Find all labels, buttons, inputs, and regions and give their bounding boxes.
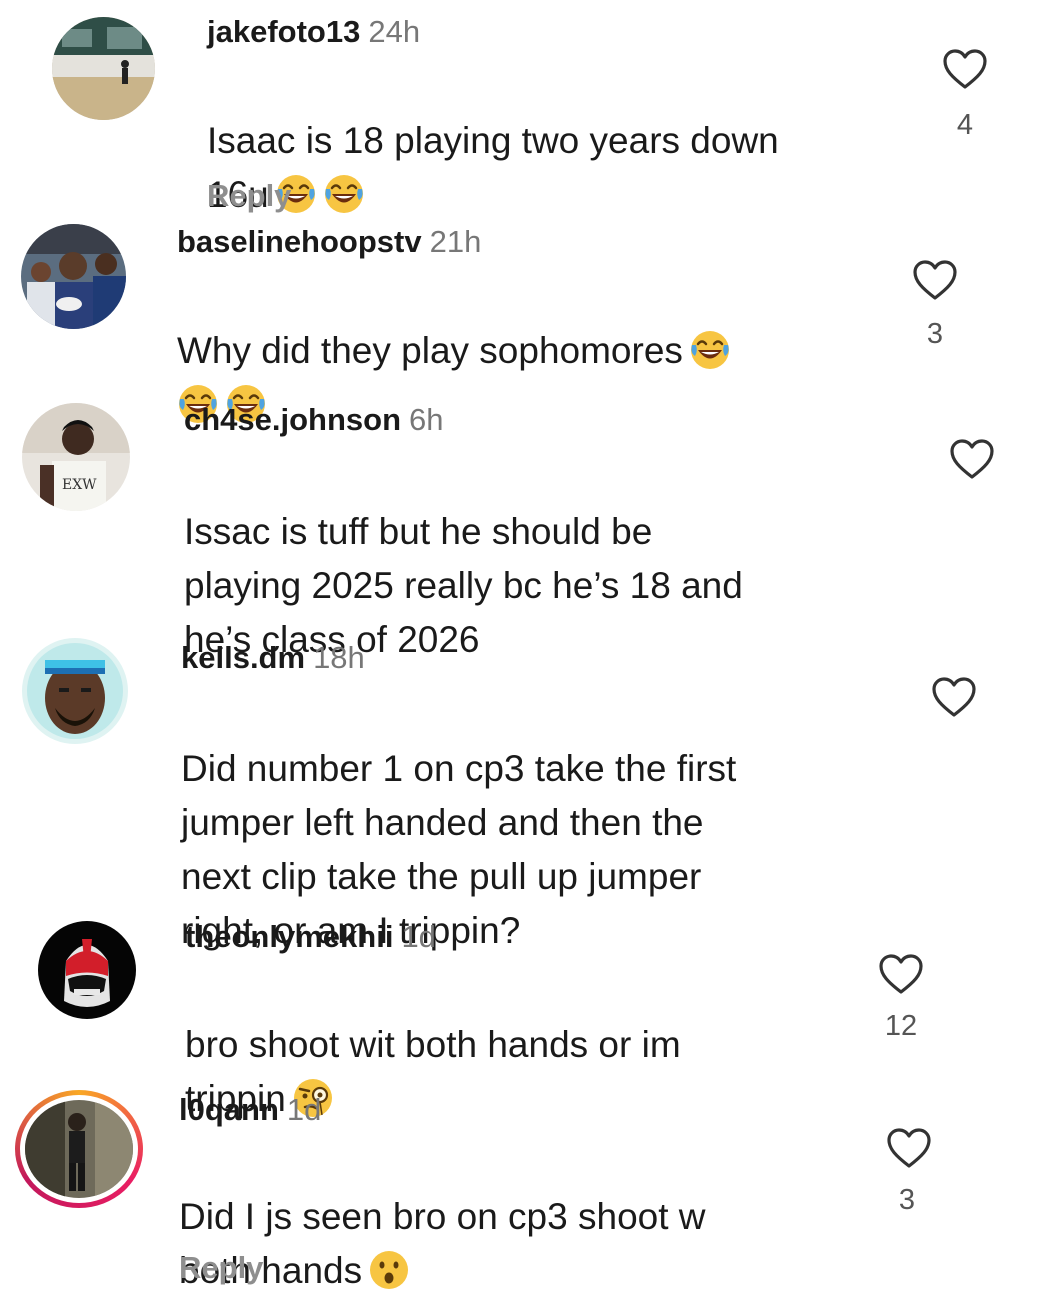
username[interactable]: baselinehoopstv: [177, 224, 422, 259]
like-count: 3: [898, 1184, 916, 1216]
heart-icon[interactable]: [949, 438, 995, 480]
like-count: 3: [926, 318, 944, 350]
username[interactable]: jakefoto13: [207, 14, 360, 49]
username[interactable]: theonlymekhii: [185, 919, 393, 954]
avatar[interactable]: EXW: [22, 403, 130, 511]
face-with-tears-of-joy-icon: [323, 173, 365, 215]
avatar[interactable]: [21, 224, 126, 329]
timestamp: 21h: [429, 224, 482, 259]
username[interactable]: l0qann: [179, 1092, 279, 1127]
avatar[interactable]: [52, 17, 155, 120]
heart-icon[interactable]: [942, 48, 988, 90]
heart-icon[interactable]: [878, 953, 924, 995]
story-ring[interactable]: [15, 1090, 143, 1208]
like-count: 4: [956, 109, 974, 141]
avatar[interactable]: [38, 921, 136, 1019]
timestamp: 24h: [368, 14, 421, 49]
comment-text: Issac is tuff but he should be playing 2…: [184, 511, 743, 660]
timestamp: 6h: [409, 402, 444, 437]
heart-icon[interactable]: [912, 259, 958, 301]
timestamp: 1d: [286, 1092, 322, 1127]
svg-text:EXW: EXW: [62, 477, 97, 493]
avatar: [25, 1100, 133, 1198]
comment-text: Why did they play sophomores: [177, 330, 683, 371]
timestamp: 1d: [401, 919, 436, 954]
avatar[interactable]: [22, 638, 128, 744]
timestamp: 18h: [313, 640, 365, 675]
username[interactable]: kells.dm: [181, 640, 305, 675]
username[interactable]: ch4se.johnson: [184, 402, 401, 437]
reply-button[interactable]: Reply: [179, 1250, 263, 1286]
face-with-open-mouth-icon: [368, 1249, 410, 1291]
like-count: 12: [884, 1010, 918, 1042]
heart-icon[interactable]: [886, 1127, 932, 1169]
reply-button[interactable]: Reply: [207, 178, 291, 214]
heart-icon[interactable]: [931, 676, 977, 718]
face-with-tears-of-joy-icon: [689, 329, 731, 371]
